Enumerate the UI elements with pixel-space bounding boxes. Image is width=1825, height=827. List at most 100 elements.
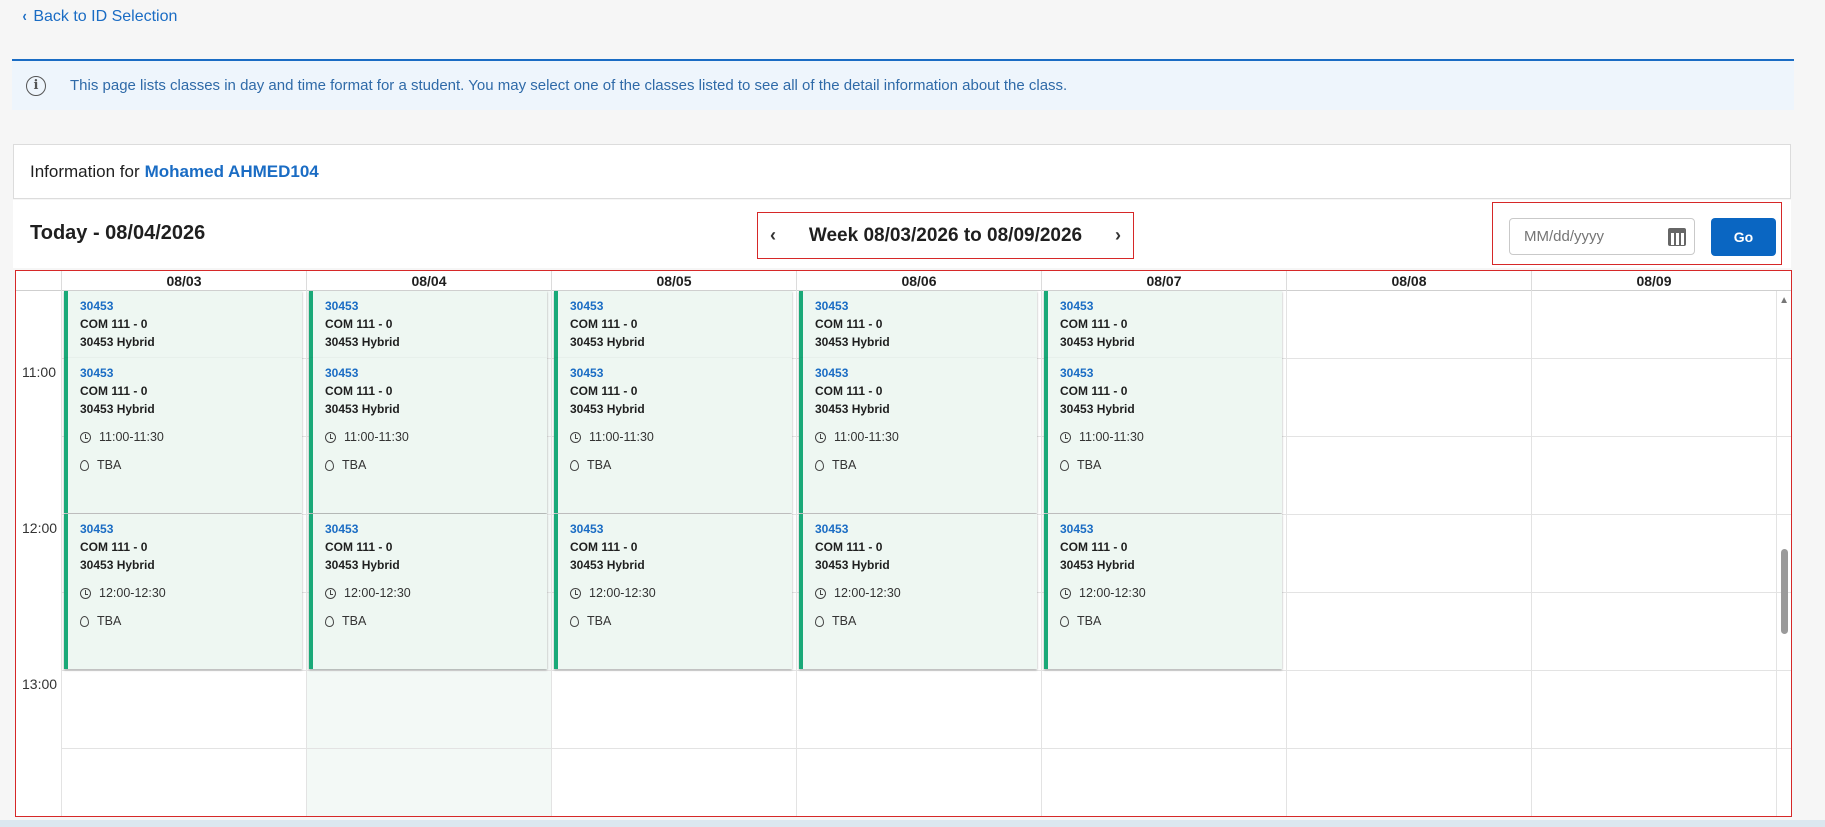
event-section: 30453 Hybrid <box>1060 335 1135 349</box>
event-section: 30453 Hybrid <box>570 402 645 416</box>
event-location-row: TBA <box>815 612 1037 630</box>
event-card-0807-1100[interactable]: 30453 COM 111 - 0 30453 Hybrid 11:00-11:… <box>1044 358 1282 513</box>
back-link-label: Back to ID Selection <box>33 8 178 25</box>
previous-week-icon[interactable]: ‹ <box>770 225 776 246</box>
event-time-row: 11:00-11:30 <box>80 428 302 446</box>
event-course: COM 111 - 0 <box>325 540 393 554</box>
time-label-1100: 11:00 <box>22 364 56 380</box>
event-location-row: TBA <box>815 456 1037 474</box>
event-time-row: 12:00-12:30 <box>80 584 302 602</box>
event-course: COM 111 - 0 <box>815 384 883 398</box>
event-time-row: 12:00-12:30 <box>570 584 792 602</box>
today-label: Today - 08/04/2026 <box>30 222 206 244</box>
event-course: COM 111 - 0 <box>815 317 883 331</box>
calendar-toolbar: Today - 08/04/2026 ‹ Week 08/03/2026 to … <box>13 200 1791 268</box>
event-section: 30453 Hybrid <box>1060 558 1135 572</box>
clock-icon <box>325 431 336 443</box>
calendar-header: 08/03 08/04 08/05 08/06 08/07 08/08 08/0… <box>16 271 1791 291</box>
event-card-0806-1030[interactable]: 30453 COM 111 - 0 30453 Hybrid <box>799 291 1037 358</box>
event-card-0805-1200[interactable]: 30453 COM 111 - 0 30453 Hybrid 12:00-12:… <box>554 514 792 669</box>
go-button[interactable]: Go <box>1711 218 1776 256</box>
event-time: 11:00-11:30 <box>834 430 899 444</box>
event-card-0804-1200[interactable]: 30453 COM 111 - 0 30453 Hybrid 12:00-12:… <box>309 514 547 669</box>
calendar-icon[interactable] <box>1668 228 1686 246</box>
event-section: 30453 Hybrid <box>80 335 155 349</box>
day-header-0803: 08/03 <box>61 271 306 291</box>
location-pin-icon <box>1060 459 1069 471</box>
event-time-row: 11:00-11:30 <box>815 428 1037 446</box>
scroll-up-arrow-icon[interactable]: ▲ <box>1779 295 1789 306</box>
student-name-link[interactable]: Mohamed AHMED104 <box>145 162 319 182</box>
clock-icon <box>1060 587 1071 599</box>
notice-text: This page lists classes in day and time … <box>70 77 1068 94</box>
event-card-0803-1030[interactable]: 30453 COM 111 - 0 30453 Hybrid <box>64 291 302 358</box>
event-crn: 30453 <box>325 522 359 536</box>
event-location: TBA <box>1077 458 1102 472</box>
event-card-0805-1100[interactable]: 30453 COM 111 - 0 30453 Hybrid 11:00-11:… <box>554 358 792 513</box>
weekly-calendar: 08/03 08/04 08/05 08/06 08/07 08/08 08/0… <box>15 270 1792 817</box>
event-section: 30453 Hybrid <box>325 402 400 416</box>
event-card-0804-1100[interactable]: 30453 COM 111 - 0 30453 Hybrid 11:00-11:… <box>309 358 547 513</box>
event-location: TBA <box>587 458 612 472</box>
event-course: COM 111 - 0 <box>1060 540 1128 554</box>
date-input[interactable] <box>1510 219 1650 254</box>
event-card-0804-1030[interactable]: 30453 COM 111 - 0 30453 Hybrid <box>309 291 547 358</box>
info-icon: i <box>26 75 46 96</box>
event-location: TBA <box>832 614 857 628</box>
date-field <box>1509 218 1695 255</box>
day-header-0807: 08/07 <box>1041 271 1286 291</box>
event-section: 30453 Hybrid <box>570 335 645 349</box>
event-location-row: TBA <box>325 456 547 474</box>
day-header-0809: 08/09 <box>1531 271 1776 291</box>
event-crn: 30453 <box>325 366 359 380</box>
time-label-1200: 12:00 <box>22 520 58 536</box>
event-crn: 30453 <box>1060 366 1094 380</box>
event-section: 30453 Hybrid <box>815 558 890 572</box>
event-time-row: 12:00-12:30 <box>815 584 1037 602</box>
event-course: COM 111 - 0 <box>80 384 148 398</box>
event-location: TBA <box>342 458 367 472</box>
clock-icon <box>1060 431 1071 443</box>
clock-icon <box>570 431 581 443</box>
back-to-id-selection-link[interactable]: ‹ Back to ID Selection <box>22 8 178 26</box>
event-crn: 30453 <box>815 366 849 380</box>
event-card-0807-1200[interactable]: 30453 COM 111 - 0 30453 Hybrid 12:00-12:… <box>1044 514 1282 669</box>
clock-icon <box>570 587 581 599</box>
event-course: COM 111 - 0 <box>80 540 148 554</box>
clock-icon <box>80 431 91 443</box>
location-pin-icon <box>815 459 824 471</box>
event-time-row: 12:00-12:30 <box>325 584 547 602</box>
event-time-row: 11:00-11:30 <box>1060 428 1282 446</box>
clock-icon <box>815 587 826 599</box>
event-crn: 30453 <box>325 299 359 313</box>
event-time-row: 12:00-12:30 <box>1060 584 1282 602</box>
event-course: COM 111 - 0 <box>80 317 148 331</box>
event-time: 12:00-12:30 <box>1079 586 1146 600</box>
time-label-1300: 13:00 <box>22 676 58 692</box>
event-section: 30453 Hybrid <box>570 558 645 572</box>
event-card-0805-1030[interactable]: 30453 COM 111 - 0 30453 Hybrid <box>554 291 792 358</box>
location-pin-icon <box>570 459 579 471</box>
event-card-0806-1100[interactable]: 30453 COM 111 - 0 30453 Hybrid 11:00-11:… <box>799 358 1037 513</box>
event-course: COM 111 - 0 <box>1060 317 1128 331</box>
event-card-0803-1200[interactable]: 30453 COM 111 - 0 30453 Hybrid 12:00-12:… <box>64 514 302 669</box>
week-navigator: ‹ Week 08/03/2026 to 08/09/2026 › <box>757 212 1134 259</box>
next-week-icon[interactable]: › <box>1115 225 1121 246</box>
location-pin-icon <box>815 615 824 627</box>
event-time-row: 11:00-11:30 <box>570 428 792 446</box>
location-pin-icon <box>80 459 89 471</box>
location-pin-icon <box>325 459 334 471</box>
event-card-0807-1030[interactable]: 30453 COM 111 - 0 30453 Hybrid <box>1044 291 1282 358</box>
day-header-0806: 08/06 <box>796 271 1041 291</box>
event-card-0803-1100[interactable]: 30453 COM 111 - 0 30453 Hybrid 11:00-11:… <box>64 358 302 513</box>
event-card-0806-1200[interactable]: 30453 COM 111 - 0 30453 Hybrid 12:00-12:… <box>799 514 1037 669</box>
clock-icon <box>80 587 91 599</box>
event-crn: 30453 <box>570 522 604 536</box>
student-info-bar: Information for Mohamed AHMED104 <box>13 144 1791 199</box>
event-location-row: TBA <box>80 612 302 630</box>
event-crn: 30453 <box>80 366 114 380</box>
event-time: 11:00-11:30 <box>1079 430 1144 444</box>
event-section: 30453 Hybrid <box>80 402 155 416</box>
bottom-strip <box>0 820 1825 827</box>
calendar-scrollbar-thumb[interactable] <box>1781 549 1788 634</box>
